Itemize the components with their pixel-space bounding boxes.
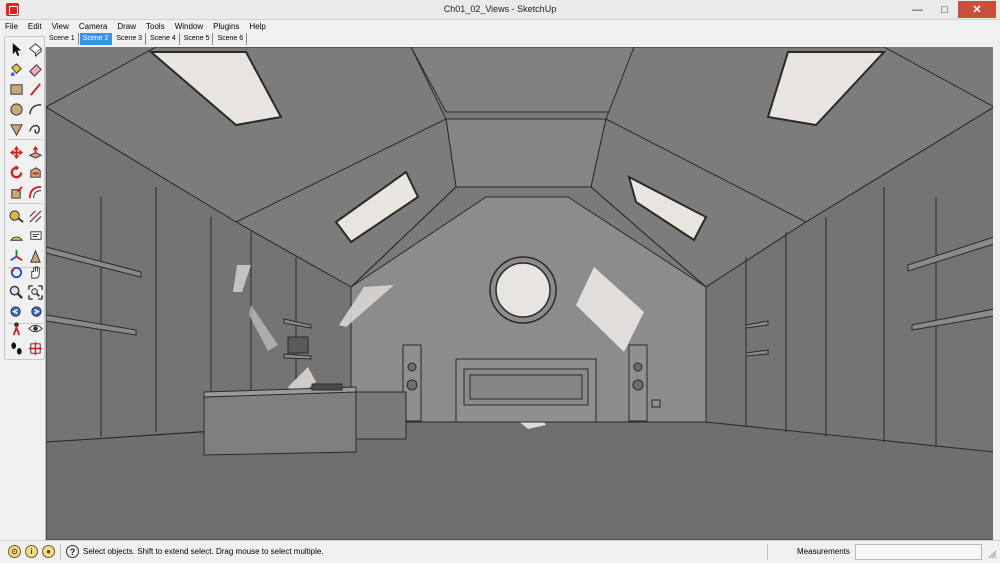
scene-tab-6[interactable]: Scene 6 bbox=[214, 33, 248, 45]
position-camera-icon[interactable] bbox=[7, 319, 25, 337]
rotate-icon[interactable] bbox=[7, 163, 25, 181]
section-plane-icon[interactable] bbox=[26, 339, 44, 357]
scene-tab-3[interactable]: Scene 3 bbox=[113, 33, 147, 45]
menu-edit[interactable]: Edit bbox=[23, 20, 47, 33]
eraser-pink-icon[interactable] bbox=[26, 60, 44, 78]
geo-location-icon[interactable]: ⊙ bbox=[8, 545, 21, 558]
menu-camera[interactable]: Camera bbox=[74, 20, 112, 33]
status-bar: ⊙ i ● ? Select objects. Shift to extend … bbox=[0, 540, 1000, 563]
minimize-icon[interactable]: — bbox=[904, 1, 931, 18]
scene-tab-2[interactable]: Scene 2 bbox=[79, 33, 113, 45]
measurements-label: Measurements bbox=[797, 547, 850, 556]
menu-help[interactable]: Help bbox=[244, 20, 270, 33]
menu-file[interactable]: File bbox=[0, 20, 23, 33]
scene-tab-1[interactable]: Scene 1 bbox=[46, 33, 79, 45]
walk-icon[interactable] bbox=[7, 339, 25, 357]
scale-icon[interactable] bbox=[7, 183, 25, 201]
scene-tab-5[interactable]: Scene 5 bbox=[181, 33, 214, 45]
resize-grip-icon[interactable] bbox=[987, 549, 997, 559]
scene-tab-4[interactable]: Scene 4 bbox=[147, 33, 180, 45]
move-icon[interactable] bbox=[7, 143, 25, 161]
zoom-icon[interactable] bbox=[7, 283, 25, 301]
polygon-icon[interactable] bbox=[7, 120, 25, 138]
menu-plugins[interactable]: Plugins bbox=[208, 20, 244, 33]
select-icon[interactable] bbox=[7, 40, 25, 58]
credits-icon[interactable]: i bbox=[25, 545, 38, 558]
menu-view[interactable]: View bbox=[47, 20, 74, 33]
push-pull-icon[interactable] bbox=[26, 143, 44, 161]
tape-measure-icon[interactable] bbox=[7, 207, 25, 225]
follow-me-icon[interactable] bbox=[26, 163, 44, 181]
zoom-extents-icon[interactable] bbox=[26, 283, 44, 301]
user-icon[interactable]: ● bbox=[42, 545, 55, 558]
window-controls: — □ ✕ bbox=[904, 1, 996, 19]
line-icon[interactable] bbox=[26, 80, 44, 98]
pan-icon[interactable] bbox=[26, 263, 44, 281]
help-icon[interactable]: ? bbox=[66, 545, 79, 558]
rectangle-icon[interactable] bbox=[7, 80, 25, 98]
menu-window[interactable]: Window bbox=[170, 20, 208, 33]
scene-tabs: Scene 1 Scene 2 Scene 3 Scene 4 Scene 5 … bbox=[46, 33, 248, 46]
look-around-icon[interactable] bbox=[26, 319, 44, 337]
circle-icon[interactable] bbox=[7, 100, 25, 118]
menu-bar: File Edit View Camera Draw Tools Window … bbox=[0, 20, 1000, 33]
offset-icon[interactable] bbox=[26, 183, 44, 201]
menu-tools[interactable]: Tools bbox=[141, 20, 170, 33]
model-viewport[interactable] bbox=[45, 47, 993, 540]
eraser-icon[interactable] bbox=[26, 40, 44, 58]
freehand-icon[interactable] bbox=[26, 120, 44, 138]
status-divider bbox=[60, 544, 61, 560]
dimension-icon[interactable] bbox=[26, 207, 44, 225]
menu-draw[interactable]: Draw bbox=[112, 20, 141, 33]
viewport-edge bbox=[993, 33, 1000, 540]
text-icon[interactable] bbox=[26, 227, 44, 245]
window-title: Ch01_02_Views - SketchUp bbox=[443, 4, 557, 14]
status-hint: Select objects. Shift to extend select. … bbox=[83, 547, 324, 556]
status-divider bbox=[767, 544, 768, 560]
maximize-icon[interactable]: □ bbox=[931, 1, 958, 18]
close-icon[interactable]: ✕ bbox=[958, 1, 996, 18]
paint-bucket-icon[interactable] bbox=[7, 60, 25, 78]
protractor-icon[interactable] bbox=[7, 227, 25, 245]
measurements-field[interactable] bbox=[855, 544, 982, 560]
tools-toolbar bbox=[4, 36, 45, 360]
title-bar: Ch01_02_Views - SketchUp — □ ✕ bbox=[0, 0, 1000, 20]
orbit-icon[interactable] bbox=[7, 263, 25, 281]
attic-room-scene bbox=[46, 47, 993, 540]
arc-icon[interactable] bbox=[26, 100, 44, 118]
